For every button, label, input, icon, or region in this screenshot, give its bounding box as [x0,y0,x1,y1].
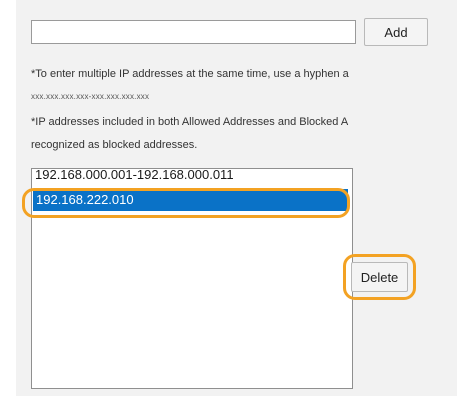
list-item[interactable]: 192.168.000.001-192.168.000.011 [32,169,352,181]
note-both-lists-line2: recognized as blocked addresses. [31,139,198,151]
note-both-lists-line1: *IP addresses included in both Allowed A… [31,116,349,128]
delete-button[interactable]: Delete [351,262,408,292]
note-range-format: xxx.xxx.xxx.xxx-xxx.xxx.xxx.xxx [31,92,150,101]
add-button[interactable]: Add [364,18,428,46]
blocked-address-list[interactable]: 192.168.000.001-192.168.000.011 192.168.… [31,168,353,389]
list-item-selected[interactable]: 192.168.222.010 [33,189,348,211]
note-multiple-addresses: *To enter multiple IP addresses at the s… [31,68,349,80]
ip-address-input[interactable] [31,20,356,44]
